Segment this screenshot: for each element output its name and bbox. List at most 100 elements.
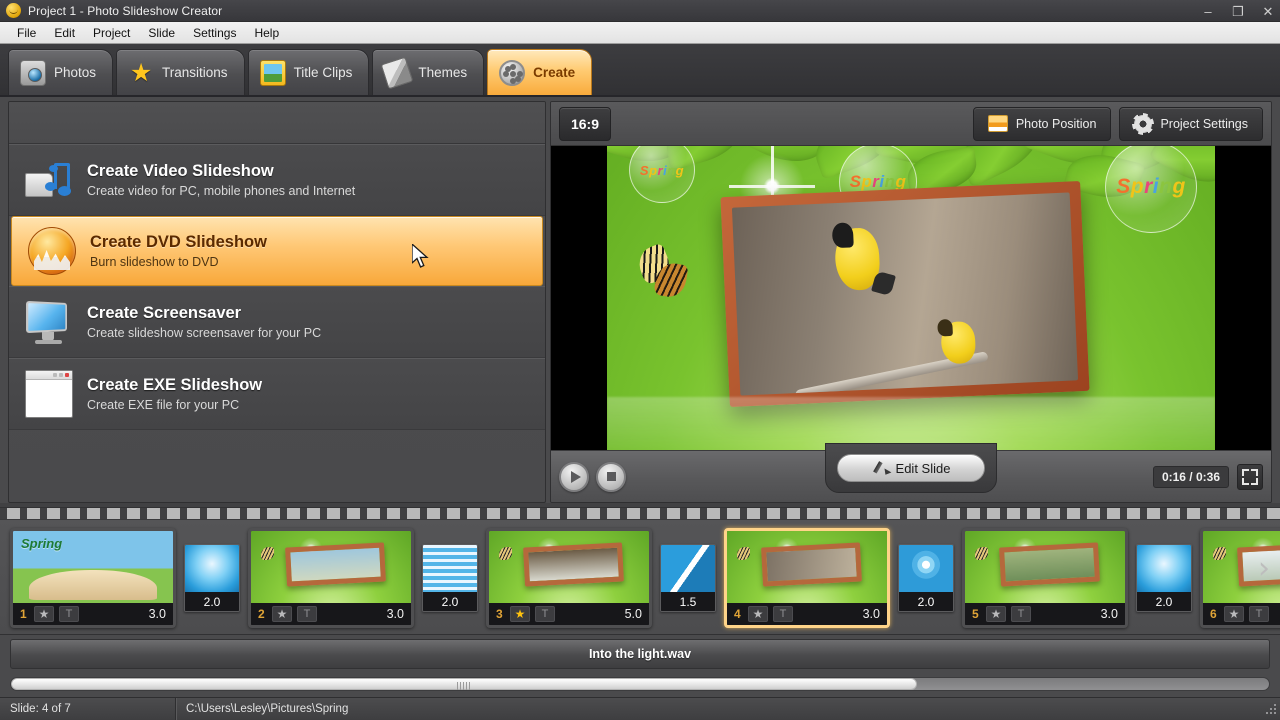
slide-number-4: 4 [734, 607, 741, 621]
photo-position-icon [987, 115, 1008, 132]
scrollbar-thumb[interactable] [11, 678, 917, 690]
tab-photos-label: Photos [54, 65, 97, 80]
application-window: Project 1 - Photo Slideshow Creator – ❐ … [0, 0, 1280, 720]
slide-star-icon-5[interactable]: ★ [986, 606, 1006, 622]
timeline-scrollbar-area [0, 673, 1280, 697]
minimize-icon[interactable]: – [1200, 5, 1216, 18]
slide-title-marker-4[interactable]: T [773, 606, 793, 622]
stop-button[interactable] [596, 461, 626, 492]
menu-settings[interactable]: Settings [184, 24, 245, 42]
tab-create[interactable]: Create [487, 49, 593, 95]
resize-grip-icon[interactable] [1265, 703, 1277, 715]
menu-edit[interactable]: Edit [45, 24, 84, 42]
gear-icon [1134, 114, 1153, 133]
slide-info-bar-1: 1 ★ T 3.0 [13, 603, 173, 625]
play-icon [570, 470, 581, 483]
app-logo-icon [6, 3, 21, 18]
slide-thumbnail-1: Spring [13, 531, 173, 603]
slide-star-icon-6[interactable]: ★ [1224, 606, 1244, 622]
slide-star-icon-4[interactable]: ★ [748, 606, 768, 622]
slide-title-marker-2[interactable]: T [297, 606, 317, 622]
photo-position-button[interactable]: Photo Position [972, 106, 1112, 141]
film-perforation-strip [0, 508, 1280, 520]
create-screensaver-subtitle: Create slideshow screensaver for your PC [87, 326, 322, 340]
transition-duration-3: 1.5 [661, 592, 715, 611]
create-exe-subtitle: Create EXE file for your PC [87, 398, 240, 412]
play-button[interactable] [559, 461, 589, 492]
bubble-word-1: Spring [639, 162, 685, 178]
aspect-ratio-button[interactable]: 16:9 [559, 106, 611, 141]
transition-card-2[interactable]: 2.0 [422, 544, 478, 612]
main-content-area: Create Video Slideshow Create video for … [0, 97, 1280, 503]
slide-title-marker-5[interactable]: T [1011, 606, 1031, 622]
timeline-scrollbar[interactable] [10, 677, 1270, 691]
status-bar: Slide: 4 of 7 C:\Users\Lesley\Pictures\S… [0, 697, 1280, 720]
menu-project[interactable]: Project [84, 24, 139, 42]
menu-slide[interactable]: Slide [139, 24, 184, 42]
title-bar: Project 1 - Photo Slideshow Creator – ❐ … [0, 0, 1280, 22]
create-screensaver-item[interactable]: Create Screensaver Create slideshow scre… [9, 286, 545, 358]
slide-info-bar-2: 2 ★ T 3.0 [251, 603, 411, 625]
filmstrip-next-arrow[interactable]: › [1254, 546, 1274, 590]
slide-card-1[interactable]: Spring 1 ★ T 3.0 [10, 528, 176, 628]
menu-file[interactable]: File [8, 24, 45, 42]
transition-thumbnail-4 [899, 545, 953, 592]
slide-info-bar-5: 5 ★ T 3.0 [965, 603, 1125, 625]
time-display: 0:16 / 0:36 [1152, 465, 1229, 488]
slide-thumbnail-5 [965, 531, 1125, 603]
create-exe-title: Create EXE Slideshow [87, 376, 263, 394]
slide-thumbnail-2 [251, 531, 411, 603]
tab-title-clips[interactable]: Title Clips [247, 49, 370, 95]
create-options-panel: Create Video Slideshow Create video for … [8, 101, 546, 503]
slide-card-4[interactable]: 4 ★ T 3.0 [724, 528, 890, 628]
tab-transitions[interactable]: ★ Transitions [116, 49, 245, 95]
photo-frame [720, 180, 1090, 408]
slide-title-marker-3[interactable]: T [535, 606, 555, 622]
spring-bubble-3: Spring [1105, 146, 1197, 233]
photo-position-label: Photo Position [1015, 116, 1097, 131]
transition-card-5[interactable]: 2.0 [1136, 544, 1192, 612]
edit-slide-button[interactable]: Edit Slide [837, 454, 985, 482]
create-exe-slideshow-item[interactable]: Create EXE Slideshow Create EXE file for… [9, 358, 545, 430]
menu-bar: File Edit Project Slide Settings Help [0, 22, 1280, 44]
slide-title-marker-1[interactable]: T [59, 606, 79, 622]
slide-card-3[interactable]: 3 ★ T 5.0 [486, 528, 652, 628]
slide-star-icon-1[interactable]: ★ [34, 606, 54, 622]
slide-star-icon-3[interactable]: ★ [510, 606, 530, 622]
maximize-icon[interactable]: ❐ [1230, 5, 1246, 18]
create-video-slideshow-item[interactable]: Create Video Slideshow Create video for … [9, 144, 545, 216]
preview-toolbar: 16:9 Photo Position Project Settings [551, 102, 1271, 146]
slide-thumbnail-3 [489, 531, 649, 603]
tab-photos[interactable]: Photos [8, 49, 114, 95]
thumb-spring-text-1: Spring [21, 536, 63, 551]
window-title: Project 1 - Photo Slideshow Creator [28, 3, 223, 18]
create-video-subtitle: Create video for PC, mobile phones and I… [87, 184, 356, 198]
project-settings-button[interactable]: Project Settings [1119, 106, 1263, 141]
transition-card-3[interactable]: 1.5 [660, 544, 716, 612]
transition-duration-4: 2.0 [899, 592, 953, 611]
transition-thumbnail-3 [661, 545, 715, 592]
menu-help[interactable]: Help [245, 24, 288, 42]
transition-duration-2: 2.0 [423, 592, 477, 611]
transition-card-1[interactable]: 2.0 [184, 544, 240, 612]
exe-window-icon [25, 370, 73, 418]
film-reel-icon [499, 59, 526, 86]
close-icon[interactable]: ✕ [1260, 5, 1276, 18]
slide-star-icon-2[interactable]: ★ [272, 606, 292, 622]
monitor-icon [25, 298, 73, 346]
slide-duration-3: 5.0 [624, 607, 642, 621]
transition-card-4[interactable]: 2.0 [898, 544, 954, 612]
slide-card-5[interactable]: 5 ★ T 3.0 [962, 528, 1128, 628]
slide-title-marker-6[interactable]: T [1249, 606, 1269, 622]
bubble-word-3: Spring [1116, 175, 1186, 198]
audio-track-bar[interactable]: Into the light.wav [10, 639, 1270, 669]
create-dvd-slideshow-item[interactable]: Create DVD Slideshow Burn slideshow to D… [11, 216, 543, 286]
preview-stage[interactable]: Spring Spring Spring [551, 146, 1271, 450]
tab-themes[interactable]: Themes [372, 49, 485, 95]
slides-strip[interactable]: Spring 1 ★ T 3.0 2.0 2 ★ T 3.0 2.0 3 ★ T… [0, 520, 1280, 634]
tab-themes-label: Themes [418, 65, 468, 80]
tab-create-label: Create [533, 65, 576, 80]
main-tab-bar: Photos ★ Transitions Title Clips Themes … [0, 44, 1280, 97]
fullscreen-icon[interactable] [1237, 463, 1263, 490]
slide-card-2[interactable]: 2 ★ T 3.0 [248, 528, 414, 628]
